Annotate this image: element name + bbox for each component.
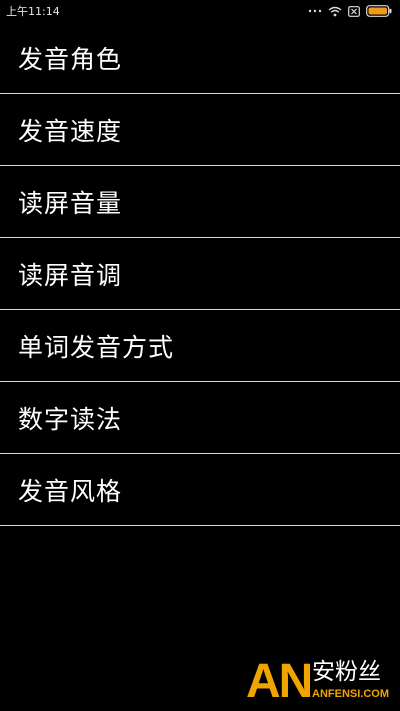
status-bar: 上午11:14 xyxy=(0,0,400,22)
status-icons xyxy=(308,5,392,17)
list-item-voice-style[interactable]: 发音风格 xyxy=(0,454,400,526)
list-item-screen-volume[interactable]: 读屏音量 xyxy=(0,166,400,238)
list-item-number-reading[interactable]: 数字读法 xyxy=(0,382,400,454)
list-item-voice-role[interactable]: 发音角色 xyxy=(0,22,400,94)
list-item-screen-pitch[interactable]: 读屏音调 xyxy=(0,238,400,310)
dots-icon xyxy=(308,8,322,14)
settings-list: 发音角色 发音速度 读屏音量 读屏音调 单词发音方式 数字读法 发音风格 xyxy=(0,22,400,526)
watermark-cn-text: 安粉丝 xyxy=(312,659,381,685)
watermark-logo: AN 安粉丝 ANFENSI.COM xyxy=(246,655,394,708)
list-item-label: 单词发音方式 xyxy=(18,332,175,362)
list-item-label: 数字读法 xyxy=(18,404,123,434)
close-box-icon xyxy=(348,5,360,17)
list-item-label: 发音角色 xyxy=(18,44,123,74)
watermark-url-text: ANFENSI.COM xyxy=(312,688,389,700)
battery-icon xyxy=(366,5,392,17)
watermark-an-text: AN xyxy=(246,655,313,708)
list-item-label: 发音风格 xyxy=(18,476,123,506)
wifi-icon xyxy=(328,6,342,17)
list-item-label: 发音速度 xyxy=(18,116,123,146)
list-item-voice-speed[interactable]: 发音速度 xyxy=(0,94,400,166)
status-time: 上午11:14 xyxy=(6,5,60,18)
list-item-label: 读屏音量 xyxy=(18,188,123,218)
list-item-word-pronunciation[interactable]: 单词发音方式 xyxy=(0,310,400,382)
list-item-label: 读屏音调 xyxy=(18,260,123,290)
